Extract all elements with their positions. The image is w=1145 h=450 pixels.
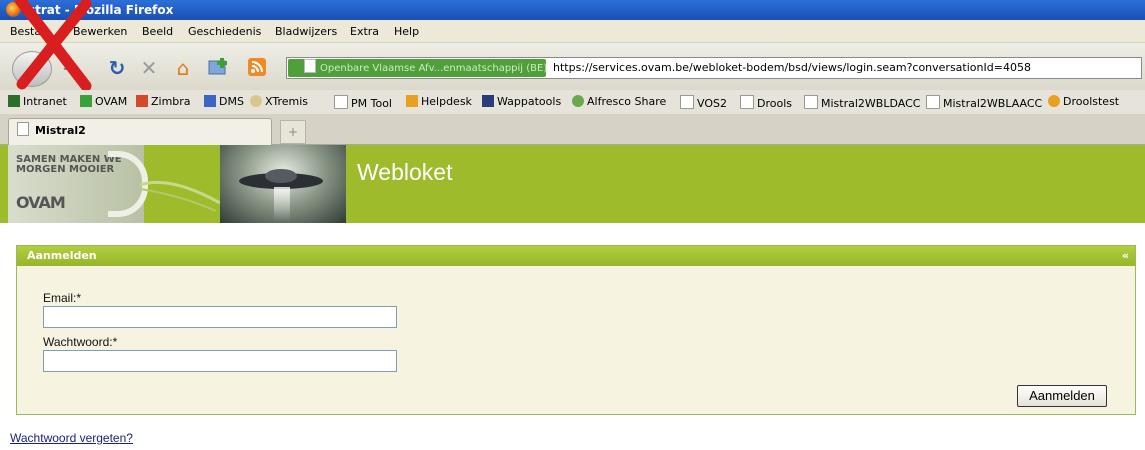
page-icon xyxy=(304,59,316,73)
menu-item-bookmarks[interactable]: Bladwijzers xyxy=(275,25,337,38)
bookmark-mistral2wblaacc[interactable]: Mistral2WBLAACC xyxy=(926,95,1042,110)
menu-item-tools[interactable]: Extra xyxy=(350,25,379,38)
bookmark-intranet[interactable]: Intranet xyxy=(8,95,67,108)
collapse-icon[interactable]: « xyxy=(1122,246,1129,266)
page-icon xyxy=(334,95,348,109)
navigation-toolbar: ➜ ↻ ✕ ⌂ Openbare Vlaamse Afv...enmaatsch… xyxy=(0,43,1145,90)
url-text[interactable]: https://services.ovam.be/webloket-bodem/… xyxy=(553,61,1031,74)
bookmark-drools[interactable]: Drools xyxy=(740,95,792,110)
add-bookmark-icon[interactable] xyxy=(208,57,230,79)
bookmark-droolstest[interactable]: Droolstest xyxy=(1048,95,1119,108)
page-icon xyxy=(804,95,818,109)
bookmark-icon xyxy=(80,95,92,107)
menu-bar: Bestan Bewerken Beeld Geschiedenis Bladw… xyxy=(0,20,1145,43)
email-label: Email:* xyxy=(43,291,82,305)
reload-icon[interactable]: ↻ xyxy=(106,57,128,79)
bookmark-pm-tool[interactable]: PM Tool xyxy=(334,95,392,110)
bookmark-icon xyxy=(250,95,262,107)
bookmark-icon xyxy=(406,95,418,107)
bookmark-wappatools[interactable]: Wappatools xyxy=(482,95,561,108)
app-title: Webloket xyxy=(357,159,453,185)
login-panel-header: Aanmelden « xyxy=(17,246,1135,266)
page-icon xyxy=(17,122,29,136)
rss-icon[interactable] xyxy=(246,57,268,79)
logo-brand: OVAM xyxy=(16,193,66,212)
site-identity-button[interactable]: Openbare Vlaamse Afv...enmaatschappij (B… xyxy=(288,59,546,77)
bookmark-vos2[interactable]: VOS2 xyxy=(680,95,727,110)
bookmark-icon xyxy=(8,95,20,107)
menu-item-help[interactable]: Help xyxy=(394,25,419,38)
bookmark-icon xyxy=(572,95,584,107)
forward-button[interactable]: ➜ xyxy=(60,57,82,79)
page-icon xyxy=(680,95,694,109)
bookmark-ovam[interactable]: OVAM xyxy=(80,95,127,108)
firefox-icon xyxy=(6,2,21,17)
window-titlebar: strat - Mozilla Firefox xyxy=(0,0,1145,20)
logo-slogan: SAMEN MAKEN WE MORGEN MOOIER xyxy=(16,154,122,175)
site-identity-label: Openbare Vlaamse Afv...enmaatschappij (B… xyxy=(320,63,546,74)
menu-item-edit[interactable]: Bewerken xyxy=(73,25,127,38)
bookmarks-toolbar: Intranet OVAM Zimbra DMS XTremis PM Tool… xyxy=(0,90,1145,115)
bookmark-icon xyxy=(482,95,494,107)
bookmark-xtremis[interactable]: XTremis xyxy=(250,95,308,108)
bookmark-dms[interactable]: DMS xyxy=(204,95,244,108)
bookmark-icon xyxy=(1048,95,1060,107)
password-label: Wachtwoord:* xyxy=(43,335,118,349)
ufo-photo xyxy=(220,145,346,223)
login-panel-title: Aanmelden xyxy=(27,249,97,262)
page-header-banner: SAMEN MAKEN WE MORGEN MOOIER OVAM Weblok… xyxy=(0,145,1145,223)
tab-mistral2[interactable]: Mistral2 xyxy=(8,118,272,145)
password-field[interactable] xyxy=(43,350,397,372)
menu-item-file[interactable]: Bestan xyxy=(10,25,48,38)
light-beam xyxy=(274,187,290,221)
login-button[interactable]: Aanmelden xyxy=(1017,385,1107,407)
tab-strip: Mistral2 + xyxy=(0,114,1145,145)
back-button[interactable] xyxy=(12,51,52,87)
home-icon[interactable]: ⌂ xyxy=(172,57,194,79)
forgot-password-link[interactable]: Wachtwoord vergeten? xyxy=(10,431,133,445)
new-tab-button[interactable]: + xyxy=(280,120,306,144)
bookmark-mistral2wbldacc[interactable]: Mistral2WBLDACC xyxy=(804,95,920,110)
bookmark-helpdesk[interactable]: Helpdesk xyxy=(406,95,472,108)
bookmark-alfresco-share[interactable]: Alfresco Share xyxy=(572,95,666,108)
page-icon xyxy=(926,95,940,109)
stop-icon[interactable]: ✕ xyxy=(138,57,160,79)
url-bar[interactable]: Openbare Vlaamse Afv...enmaatschappij (B… xyxy=(286,57,1142,79)
bookmark-zimbra[interactable]: Zimbra xyxy=(136,95,191,108)
window-title: strat - Mozilla Firefox xyxy=(28,3,174,17)
email-field[interactable] xyxy=(43,306,397,328)
login-panel: Aanmelden « Email:* Wachtwoord:* Aanmeld… xyxy=(16,245,1136,415)
ovam-logo: SAMEN MAKEN WE MORGEN MOOIER OVAM xyxy=(8,145,148,223)
decorative-streak xyxy=(140,180,220,212)
menu-item-history[interactable]: Geschiedenis xyxy=(188,25,261,38)
bookmark-icon xyxy=(136,95,148,107)
bookmark-icon xyxy=(204,95,216,107)
menu-item-view[interactable]: Beeld xyxy=(142,25,173,38)
page-icon xyxy=(740,95,754,109)
